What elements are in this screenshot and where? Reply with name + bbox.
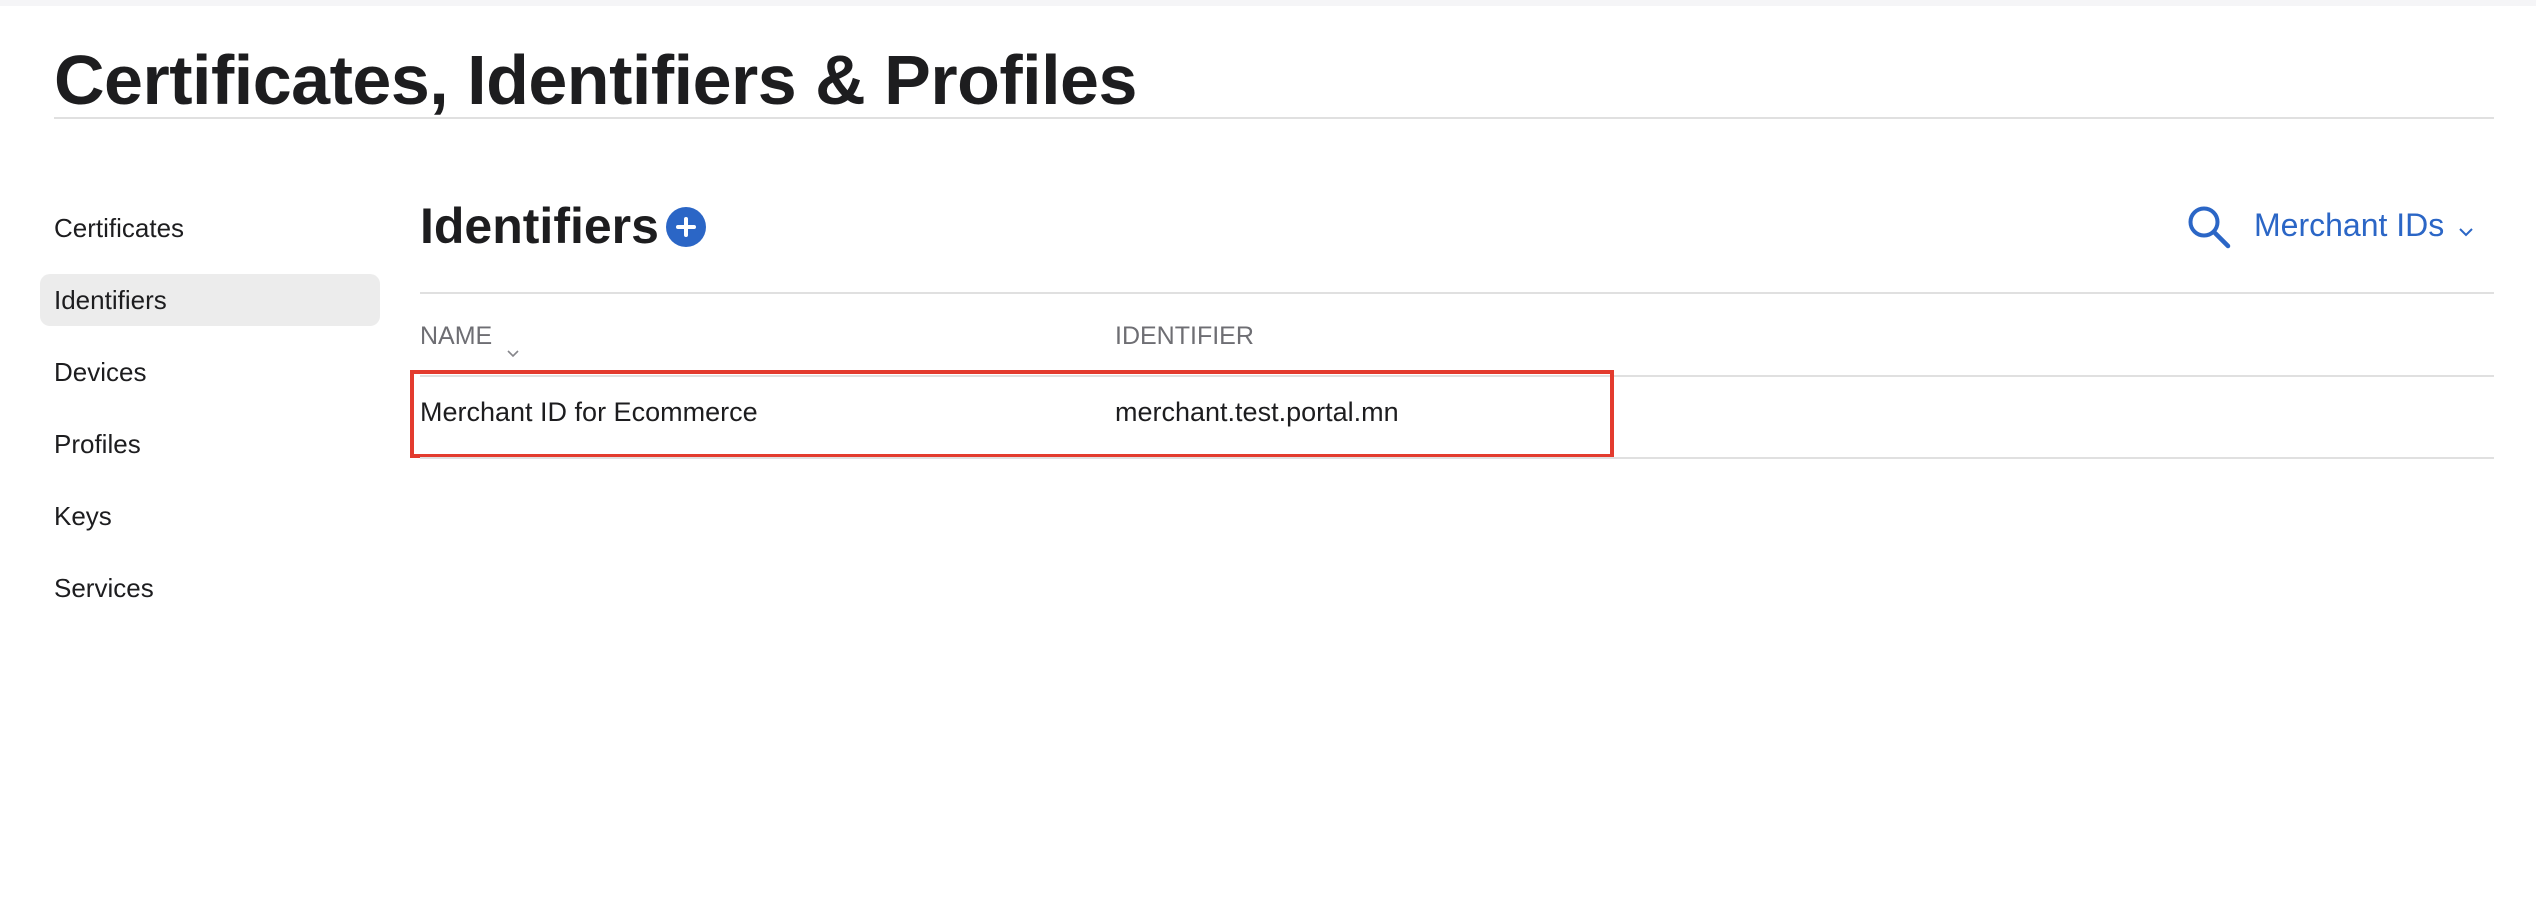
sidebar-item-profiles[interactable]: Profiles [40,418,380,470]
section-title: Identifiers [420,198,659,254]
sidebar-item-identifiers[interactable]: Identifiers [40,274,380,326]
sidebar-item-label: Identifiers [54,285,167,315]
page-title: Certificates, Identifiers & Profiles [54,41,1137,119]
chevron-down-icon [507,331,519,358]
sidebar-item-label: Keys [54,501,112,531]
title-divider [54,117,2494,119]
sidebar-item-devices[interactable]: Devices [40,346,380,398]
sidebar: Certificates Identifiers Devices Profile… [40,202,380,634]
sidebar-item-certificates[interactable]: Certificates [40,202,380,254]
sidebar-item-services[interactable]: Services [40,562,380,614]
filter-label: Merchant IDs [2254,207,2445,243]
sidebar-item-label: Certificates [54,213,185,243]
sidebar-item-label: Profiles [54,429,141,459]
table-top-divider [420,292,2494,294]
column-header-label: NAME [420,322,493,350]
add-identifier-button[interactable] [666,207,706,247]
top-bar [0,0,2536,6]
sidebar-item-label: Services [54,573,154,603]
sidebar-item-label: Devices [54,357,147,387]
identifier-type-filter[interactable]: Merchant IDs [2254,200,2473,250]
cell-identifier: merchant.test.portal.mn [1115,397,1399,427]
search-icon[interactable] [2186,204,2232,250]
row-divider [420,457,2494,459]
cell-name: Merchant ID for Ecommerce [420,397,758,427]
table-row[interactable]: Merchant ID for Ecommerce merchant.test.… [410,370,1614,462]
chevron-down-icon [2459,225,2473,239]
column-header-identifier: IDENTIFIER [1115,316,1254,356]
sidebar-item-keys[interactable]: Keys [40,490,380,542]
column-header-label: IDENTIFIER [1115,322,1254,350]
column-header-name[interactable]: NAME [420,316,519,358]
